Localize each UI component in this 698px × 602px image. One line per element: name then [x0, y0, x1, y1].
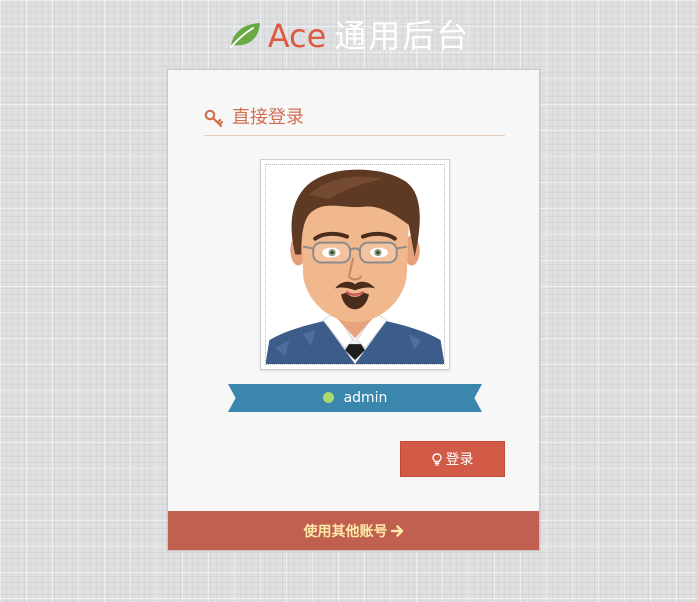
use-other-account-link[interactable]: 使用其他账号 — [304, 524, 404, 540]
leaf-icon — [229, 23, 260, 48]
app-brand: Ace 通用后台 — [0, 14, 698, 58]
brand-subtitle: 通用后台 — [334, 17, 471, 55]
arrow-right-icon — [390, 525, 403, 537]
login-box-header: 直接登录 — [204, 104, 505, 136]
brand-name: Ace — [267, 17, 327, 55]
avatar-image — [265, 164, 445, 365]
user-ribbon: admin — [228, 384, 482, 412]
lightbulb-icon — [431, 453, 442, 466]
username-label: admin — [343, 390, 388, 406]
key-icon — [204, 109, 224, 128]
login-box-title: 直接登录 — [232, 107, 304, 128]
login-button-label: 登录 — [445, 452, 474, 468]
login-button[interactable]: 登录 — [400, 441, 505, 477]
avatar-frame — [260, 159, 450, 370]
login-box: 直接登录 admin 登录 使用其他账号 — [167, 69, 540, 551]
use-other-account-label: 使用其他账号 — [303, 524, 388, 540]
online-status-dot — [322, 392, 334, 403]
login-box-footer: 使用其他账号 — [168, 511, 539, 550]
